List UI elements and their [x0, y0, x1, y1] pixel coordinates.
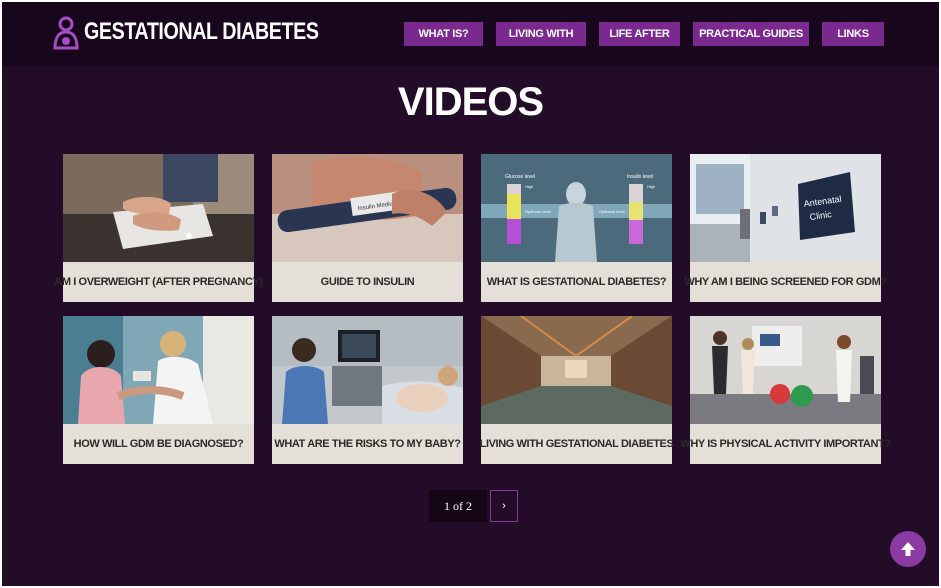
video-card[interactable]: Insulin Medium GUIDE TO INSULIN: [272, 154, 463, 302]
pagination-next-button[interactable]: ›: [490, 490, 518, 522]
video-title[interactable]: LIVING WITH GESTATIONAL DIABETES: [480, 424, 674, 464]
mother-baby-icon[interactable]: [52, 16, 80, 50]
page: GESTATIONAL DIABETES WHAT IS? LIVING WIT…: [2, 2, 939, 586]
video-thumbnail-antenatal-clinic[interactable]: Antenatal Clinic: [690, 154, 881, 262]
high-label-right: High: [647, 184, 655, 189]
optimum-label-right: Optimum level: [599, 209, 625, 214]
nav-life-after[interactable]: LIFE AFTER: [599, 22, 680, 46]
nav-what-is[interactable]: WHAT IS?: [404, 22, 483, 46]
nav-living-with[interactable]: LIVING WITH: [496, 22, 586, 46]
video-title[interactable]: WHAT ARE THE RISKS TO MY BABY?: [272, 424, 463, 464]
video-title[interactable]: GUIDE TO INSULIN: [272, 262, 463, 302]
video-card[interactable]: AM I OVERWEIGHT (AFTER PREGNANCY): [54, 154, 263, 302]
high-label-left: High: [525, 184, 533, 189]
video-title[interactable]: HOW WILL GDM BE DIAGNOSED?: [63, 424, 254, 464]
glucose-level-label: Glucose level: [505, 174, 535, 180]
video-thumbnail-swimming-pool[interactable]: [481, 316, 672, 424]
video-title[interactable]: WHY IS PHYSICAL ACTIVITY IMPORTANT?: [680, 424, 891, 464]
video-title[interactable]: AM I OVERWEIGHT (AFTER PREGNANCY): [54, 262, 263, 302]
video-card[interactable]: HOW WILL GDM BE DIAGNOSED?: [63, 316, 254, 464]
back-to-top-button[interactable]: [890, 531, 926, 567]
video-thumbnail-exercise[interactable]: [690, 316, 881, 424]
pagination-label: 1 of 2: [429, 490, 487, 522]
video-card[interactable]: Antenatal Clinic WHY AM I BEING SCREENED…: [684, 154, 887, 302]
video-thumbnail-ultrasound[interactable]: [272, 316, 463, 424]
header: GESTATIONAL DIABETES WHAT IS? LIVING WIT…: [2, 2, 939, 66]
video-title[interactable]: WHY AM I BEING SCREENED FOR GDM?: [684, 262, 887, 302]
video-thumbnail-blood-test[interactable]: [63, 316, 254, 424]
brand-title[interactable]: GESTATIONAL DIABETES: [84, 18, 319, 46]
video-thumbnail-glucose-levels[interactable]: Glucose level Insulin level High High Op…: [481, 154, 672, 262]
video-card[interactable]: Glucose level Insulin level High High Op…: [481, 154, 672, 302]
nav-practical-guides[interactable]: PRACTICAL GUIDES: [693, 22, 809, 46]
video-card[interactable]: WHY IS PHYSICAL ACTIVITY IMPORTANT?: [680, 316, 891, 464]
optimum-label-left: Optimum level: [525, 209, 551, 214]
video-card[interactable]: LIVING WITH GESTATIONAL DIABETES: [480, 316, 674, 464]
page-title: VIDEOS: [397, 80, 544, 124]
video-thumbnail-scale[interactable]: [63, 154, 254, 262]
insulin-level-label: Insulin level: [627, 174, 653, 180]
video-title[interactable]: WHAT IS GESTATIONAL DIABETES?: [481, 262, 672, 302]
nav-links[interactable]: LINKS: [822, 22, 884, 46]
arrow-up-icon: [901, 542, 915, 556]
video-thumbnail-insulin-pen[interactable]: Insulin Medium: [272, 154, 463, 262]
video-card[interactable]: WHAT ARE THE RISKS TO MY BABY?: [272, 316, 463, 464]
